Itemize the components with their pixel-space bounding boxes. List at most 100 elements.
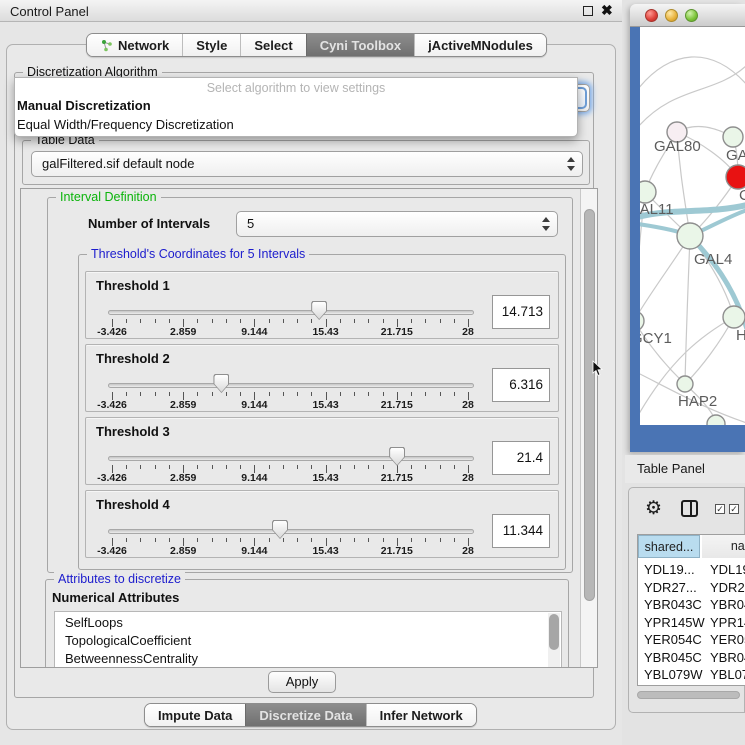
table-cell[interactable]: YDR27	[710, 580, 745, 595]
tab-cyni-toolbox[interactable]: Cyni Toolbox	[306, 34, 414, 56]
threshold-slider-track[interactable]	[108, 310, 474, 315]
network-edge[interactable]	[690, 236, 734, 317]
table-cell[interactable]: YBR04	[710, 650, 745, 665]
network-edge[interactable]	[640, 236, 690, 321]
threshold-slider-track[interactable]	[108, 529, 474, 534]
tick-mark	[340, 538, 341, 542]
threshold-value-field[interactable]: 21.4	[492, 441, 550, 475]
table-cell[interactable]: YPR14	[710, 615, 745, 630]
tick-mark	[169, 319, 170, 323]
numerical-attributes-list[interactable]: SelfLoops TopologicalCoefficient Betweenne…	[54, 611, 562, 668]
network-node-gcy1[interactable]	[640, 311, 644, 331]
tick-mark	[340, 465, 341, 469]
tick-mark	[411, 392, 412, 396]
tick-mark	[440, 538, 441, 542]
close-traffic-light-icon[interactable]	[645, 9, 658, 22]
tab-style[interactable]: Style	[182, 34, 240, 56]
algorithm-dropdown-popup: Select algorithm to view settings Manual…	[14, 77, 578, 137]
network-edge[interactable]	[685, 317, 734, 384]
dropdown-hint: Select algorithm to view settings	[15, 81, 577, 95]
tab-label: Impute Data	[158, 708, 232, 723]
popup-item-1[interactable]: Manual Discretization	[17, 98, 151, 113]
network-node[interactable]	[707, 415, 725, 425]
table-cell[interactable]: YPR145W	[644, 615, 705, 630]
minimize-traffic-light-icon[interactable]	[665, 9, 678, 22]
column-header-name[interactable]: name	[702, 535, 745, 558]
table-cell[interactable]: YBR043C	[644, 597, 702, 612]
tick-label: 28	[462, 545, 474, 557]
threshold-slider-track[interactable]	[108, 383, 474, 388]
tab-jactivemnodules[interactable]: jActiveMNodules	[414, 34, 546, 56]
tick-mark	[197, 392, 198, 396]
tick-mark	[368, 538, 369, 542]
network-node-ga[interactable]	[723, 127, 743, 147]
checkbox-icon[interactable]: ✓	[715, 504, 725, 514]
table-cell[interactable]: YDL19...	[644, 562, 695, 577]
table-cell[interactable]: YBR04	[710, 597, 745, 612]
tick-label: 28	[462, 326, 474, 338]
network-node-gal4[interactable]	[677, 223, 703, 249]
table-cell[interactable]: YBL079W	[644, 667, 703, 682]
tab-label: Network	[118, 38, 169, 53]
attributes-list-scrollbar-thumb[interactable]	[549, 614, 559, 650]
table-data-combobox[interactable]: galFiltered.sif default node	[31, 151, 583, 177]
tab-network[interactable]: Network	[87, 34, 182, 56]
threshold-slider-thumb[interactable]	[389, 447, 405, 466]
tick-mark	[155, 465, 156, 469]
threshold-value-field[interactable]: 14.713	[492, 295, 550, 329]
table-cell[interactable]: YER054C	[644, 632, 702, 647]
zoom-traffic-light-icon[interactable]	[685, 9, 698, 22]
network-edge[interactable]	[640, 65, 745, 127]
threshold-slider-thumb[interactable]	[272, 520, 288, 539]
table-cell[interactable]: YLR345W	[644, 685, 703, 687]
network-node-hap2[interactable]	[677, 376, 693, 392]
tick-mark	[354, 538, 355, 542]
tab-label: Infer Network	[380, 708, 463, 723]
gear-icon[interactable]: ⚙	[645, 497, 662, 520]
column-header-shared[interactable]: shared...	[638, 535, 700, 558]
tick-mark	[425, 538, 426, 542]
attribute-list-item[interactable]: TopologicalCoefficient	[65, 633, 191, 648]
threshold-value-field[interactable]: 6.316	[492, 368, 550, 402]
tab-impute-data[interactable]: Impute Data	[145, 704, 245, 726]
table-cell[interactable]: YDL19	[710, 562, 745, 577]
settings-scrollbar-thumb[interactable]	[584, 209, 595, 601]
tick-label: 28	[462, 399, 474, 411]
checkbox-icon[interactable]: ✓	[729, 504, 739, 514]
table-cell[interactable]: YLR34	[710, 685, 745, 687]
tick-label: 9.144	[241, 472, 267, 484]
network-node-c[interactable]	[726, 165, 745, 189]
attribute-list-item[interactable]: SelfLoops	[65, 615, 123, 630]
node-attribute-table[interactable]: shared...name YDL19... YDL19 YDR27... YDR27 Y…	[637, 534, 745, 686]
network-view-focus-border: GAL80GACGAL11GAL4GCY1HHAP2	[630, 27, 745, 452]
network-canvas[interactable]: GAL80GACGAL11GAL4GCY1HHAP2	[640, 27, 745, 425]
table-cell[interactable]: YER05	[710, 632, 745, 647]
tab-infer-network[interactable]: Infer Network	[366, 704, 476, 726]
threshold-value-field[interactable]: 11.344	[492, 514, 550, 548]
network-edge[interactable]	[640, 57, 745, 89]
table-horizontal-scrollbar[interactable]	[637, 691, 740, 699]
table-cell[interactable]: YBL07	[710, 667, 745, 682]
threshold-slider-track[interactable]	[108, 456, 474, 461]
network-node-h[interactable]	[723, 306, 745, 328]
settings-vertical-scrollbar[interactable]	[580, 189, 597, 667]
table-cell[interactable]: YBR045C	[644, 650, 702, 665]
split-columns-icon[interactable]	[681, 500, 698, 517]
attribute-list-item[interactable]: BetweennessCentrality	[65, 651, 198, 666]
attributes-list-scrollbar[interactable]	[548, 613, 560, 668]
network-edge[interactable]	[685, 236, 690, 384]
float-window-icon[interactable]	[583, 6, 593, 16]
threshold-slider-thumb[interactable]	[213, 374, 229, 393]
tick-mark	[212, 538, 213, 542]
tick-label: -3.426	[97, 472, 127, 484]
apply-button[interactable]: Apply	[268, 671, 336, 693]
tab-discretize-data[interactable]: Discretize Data	[245, 704, 365, 726]
tick-label: 15.43	[312, 326, 338, 338]
number-of-intervals-combobox[interactable]: 5	[236, 211, 558, 237]
popup-item-2[interactable]: Equal Width/Frequency Discretization	[17, 117, 234, 132]
tab-select[interactable]: Select	[240, 34, 305, 56]
network-node-gal11[interactable]	[640, 181, 656, 203]
threshold-slider-thumb[interactable]	[311, 301, 327, 320]
close-icon[interactable]: ✖	[601, 2, 613, 19]
table-cell[interactable]: YDR27...	[644, 580, 697, 595]
